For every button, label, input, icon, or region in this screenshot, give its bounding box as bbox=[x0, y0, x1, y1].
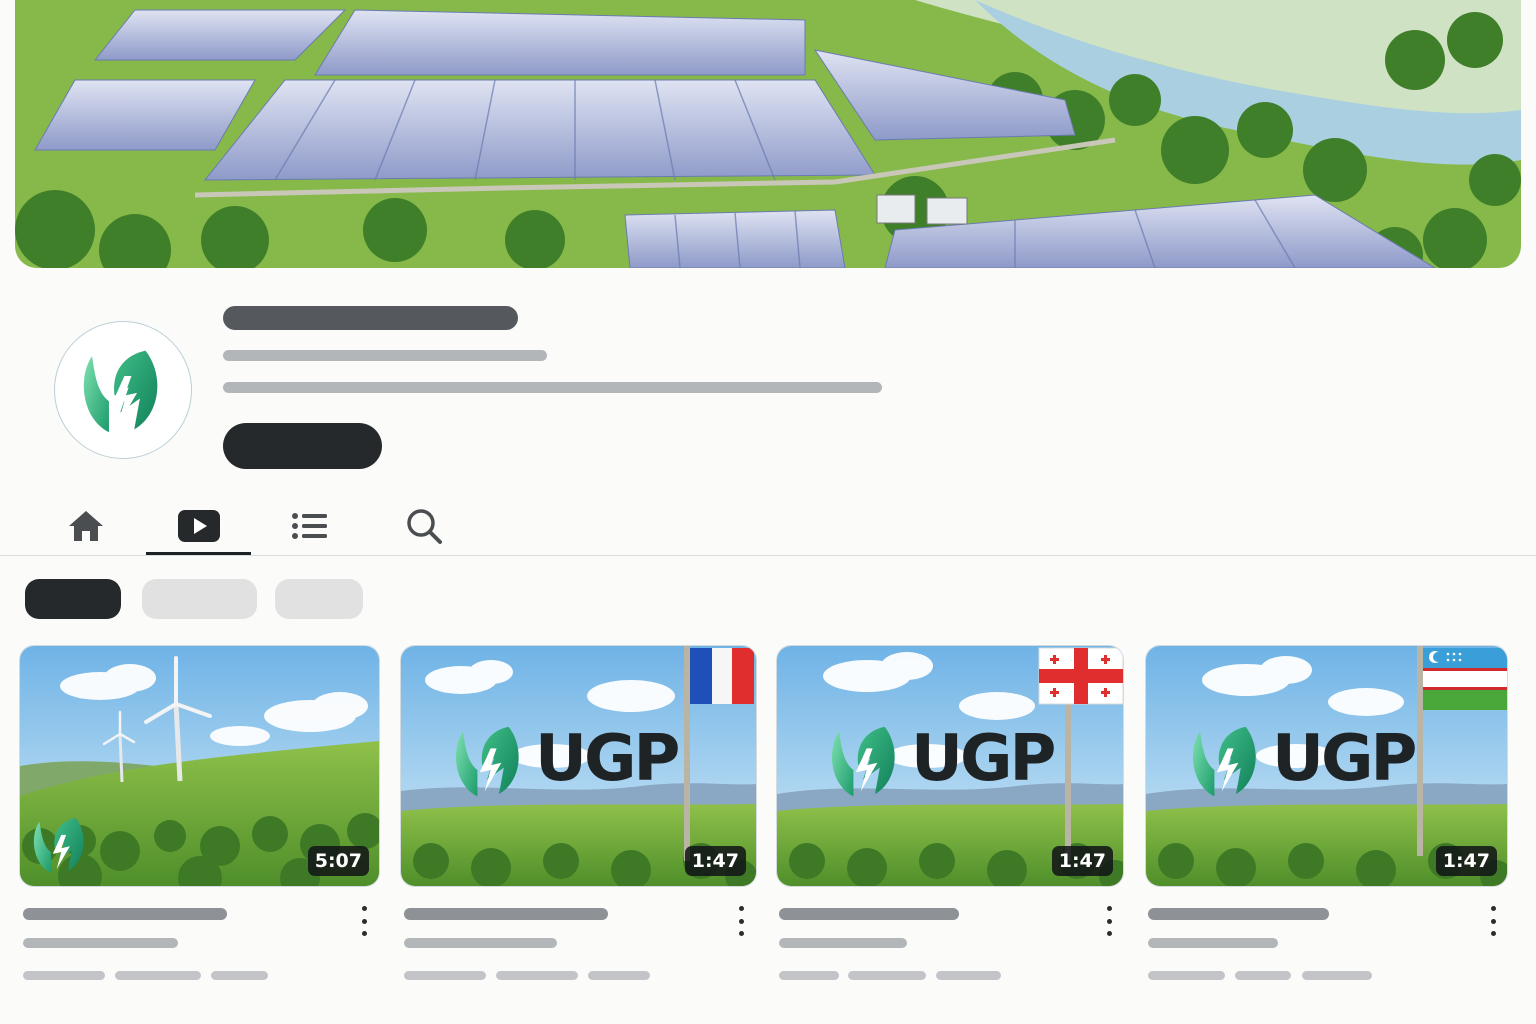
search-icon bbox=[407, 509, 442, 544]
more-options-icon[interactable] bbox=[736, 906, 746, 936]
video-duration: 1:47 bbox=[1435, 846, 1497, 876]
video-stats-placeholder bbox=[588, 971, 650, 980]
video-channel-placeholder bbox=[404, 938, 557, 948]
solar-farm-banner-image bbox=[15, 0, 1521, 268]
video-stats-placeholder bbox=[848, 971, 926, 980]
playlists-icon bbox=[292, 513, 327, 539]
tab-videos[interactable] bbox=[147, 498, 251, 554]
video-channel-placeholder bbox=[23, 938, 178, 948]
video-stats-placeholder bbox=[936, 971, 1001, 980]
ugp-logo-icon bbox=[83, 350, 158, 433]
more-options-icon[interactable] bbox=[1488, 906, 1498, 936]
subscribe-button[interactable] bbox=[223, 423, 382, 469]
video-card-thumbnail[interactable]: UGP 1:47 bbox=[777, 646, 1123, 886]
video-card-thumbnail[interactable]: 5:07 bbox=[20, 646, 379, 886]
video-title-placeholder bbox=[779, 908, 959, 920]
video-channel-placeholder bbox=[1148, 938, 1278, 948]
video-title-placeholder bbox=[23, 908, 227, 920]
video-title-placeholder bbox=[1148, 908, 1329, 920]
home-icon bbox=[69, 511, 103, 541]
ugp-logo-text: UGP bbox=[911, 722, 1056, 796]
channel-banner bbox=[15, 0, 1521, 268]
video-card-thumbnail[interactable]: UGP 1:47 bbox=[401, 646, 756, 886]
france-flag-icon bbox=[690, 648, 754, 704]
uzbekistan-flag-icon bbox=[1423, 648, 1507, 710]
filter-chip-3[interactable] bbox=[275, 579, 363, 619]
tab-playlists[interactable] bbox=[258, 498, 362, 554]
video-channel-placeholder bbox=[779, 938, 907, 948]
video-stats-placeholder bbox=[779, 971, 839, 980]
video-stats-placeholder bbox=[23, 971, 105, 980]
video-stats-placeholder bbox=[1235, 971, 1291, 980]
channel-handle-placeholder bbox=[223, 350, 547, 361]
video-stats-placeholder bbox=[211, 971, 268, 980]
channel-name-placeholder bbox=[223, 306, 518, 330]
tab-home[interactable] bbox=[34, 498, 138, 554]
video-duration: 1:47 bbox=[1051, 846, 1113, 876]
georgia-flag-icon bbox=[1038, 647, 1123, 705]
channel-description-placeholder bbox=[223, 382, 882, 393]
video-stats-placeholder bbox=[496, 971, 578, 980]
ugp-logo-text: UGP bbox=[535, 722, 680, 796]
tabs-divider bbox=[0, 555, 1536, 556]
video-duration: 5:07 bbox=[307, 846, 369, 876]
filter-chip-1[interactable] bbox=[25, 579, 121, 619]
video-stats-placeholder bbox=[404, 971, 486, 980]
filter-chip-2[interactable] bbox=[142, 579, 257, 619]
channel-avatar[interactable] bbox=[54, 321, 192, 459]
video-duration: 1:47 bbox=[684, 846, 746, 876]
tab-search[interactable] bbox=[372, 498, 476, 554]
ugp-logo-text: UGP bbox=[1272, 722, 1417, 796]
videos-play-icon bbox=[178, 510, 220, 542]
video-card-thumbnail[interactable]: UGP 1:47 bbox=[1146, 646, 1507, 886]
video-stats-placeholder bbox=[1302, 971, 1372, 980]
video-title-placeholder bbox=[404, 908, 608, 920]
video-stats-placeholder bbox=[1148, 971, 1225, 980]
more-options-icon[interactable] bbox=[359, 906, 369, 936]
video-stats-placeholder bbox=[115, 971, 201, 980]
more-options-icon[interactable] bbox=[1104, 906, 1114, 936]
